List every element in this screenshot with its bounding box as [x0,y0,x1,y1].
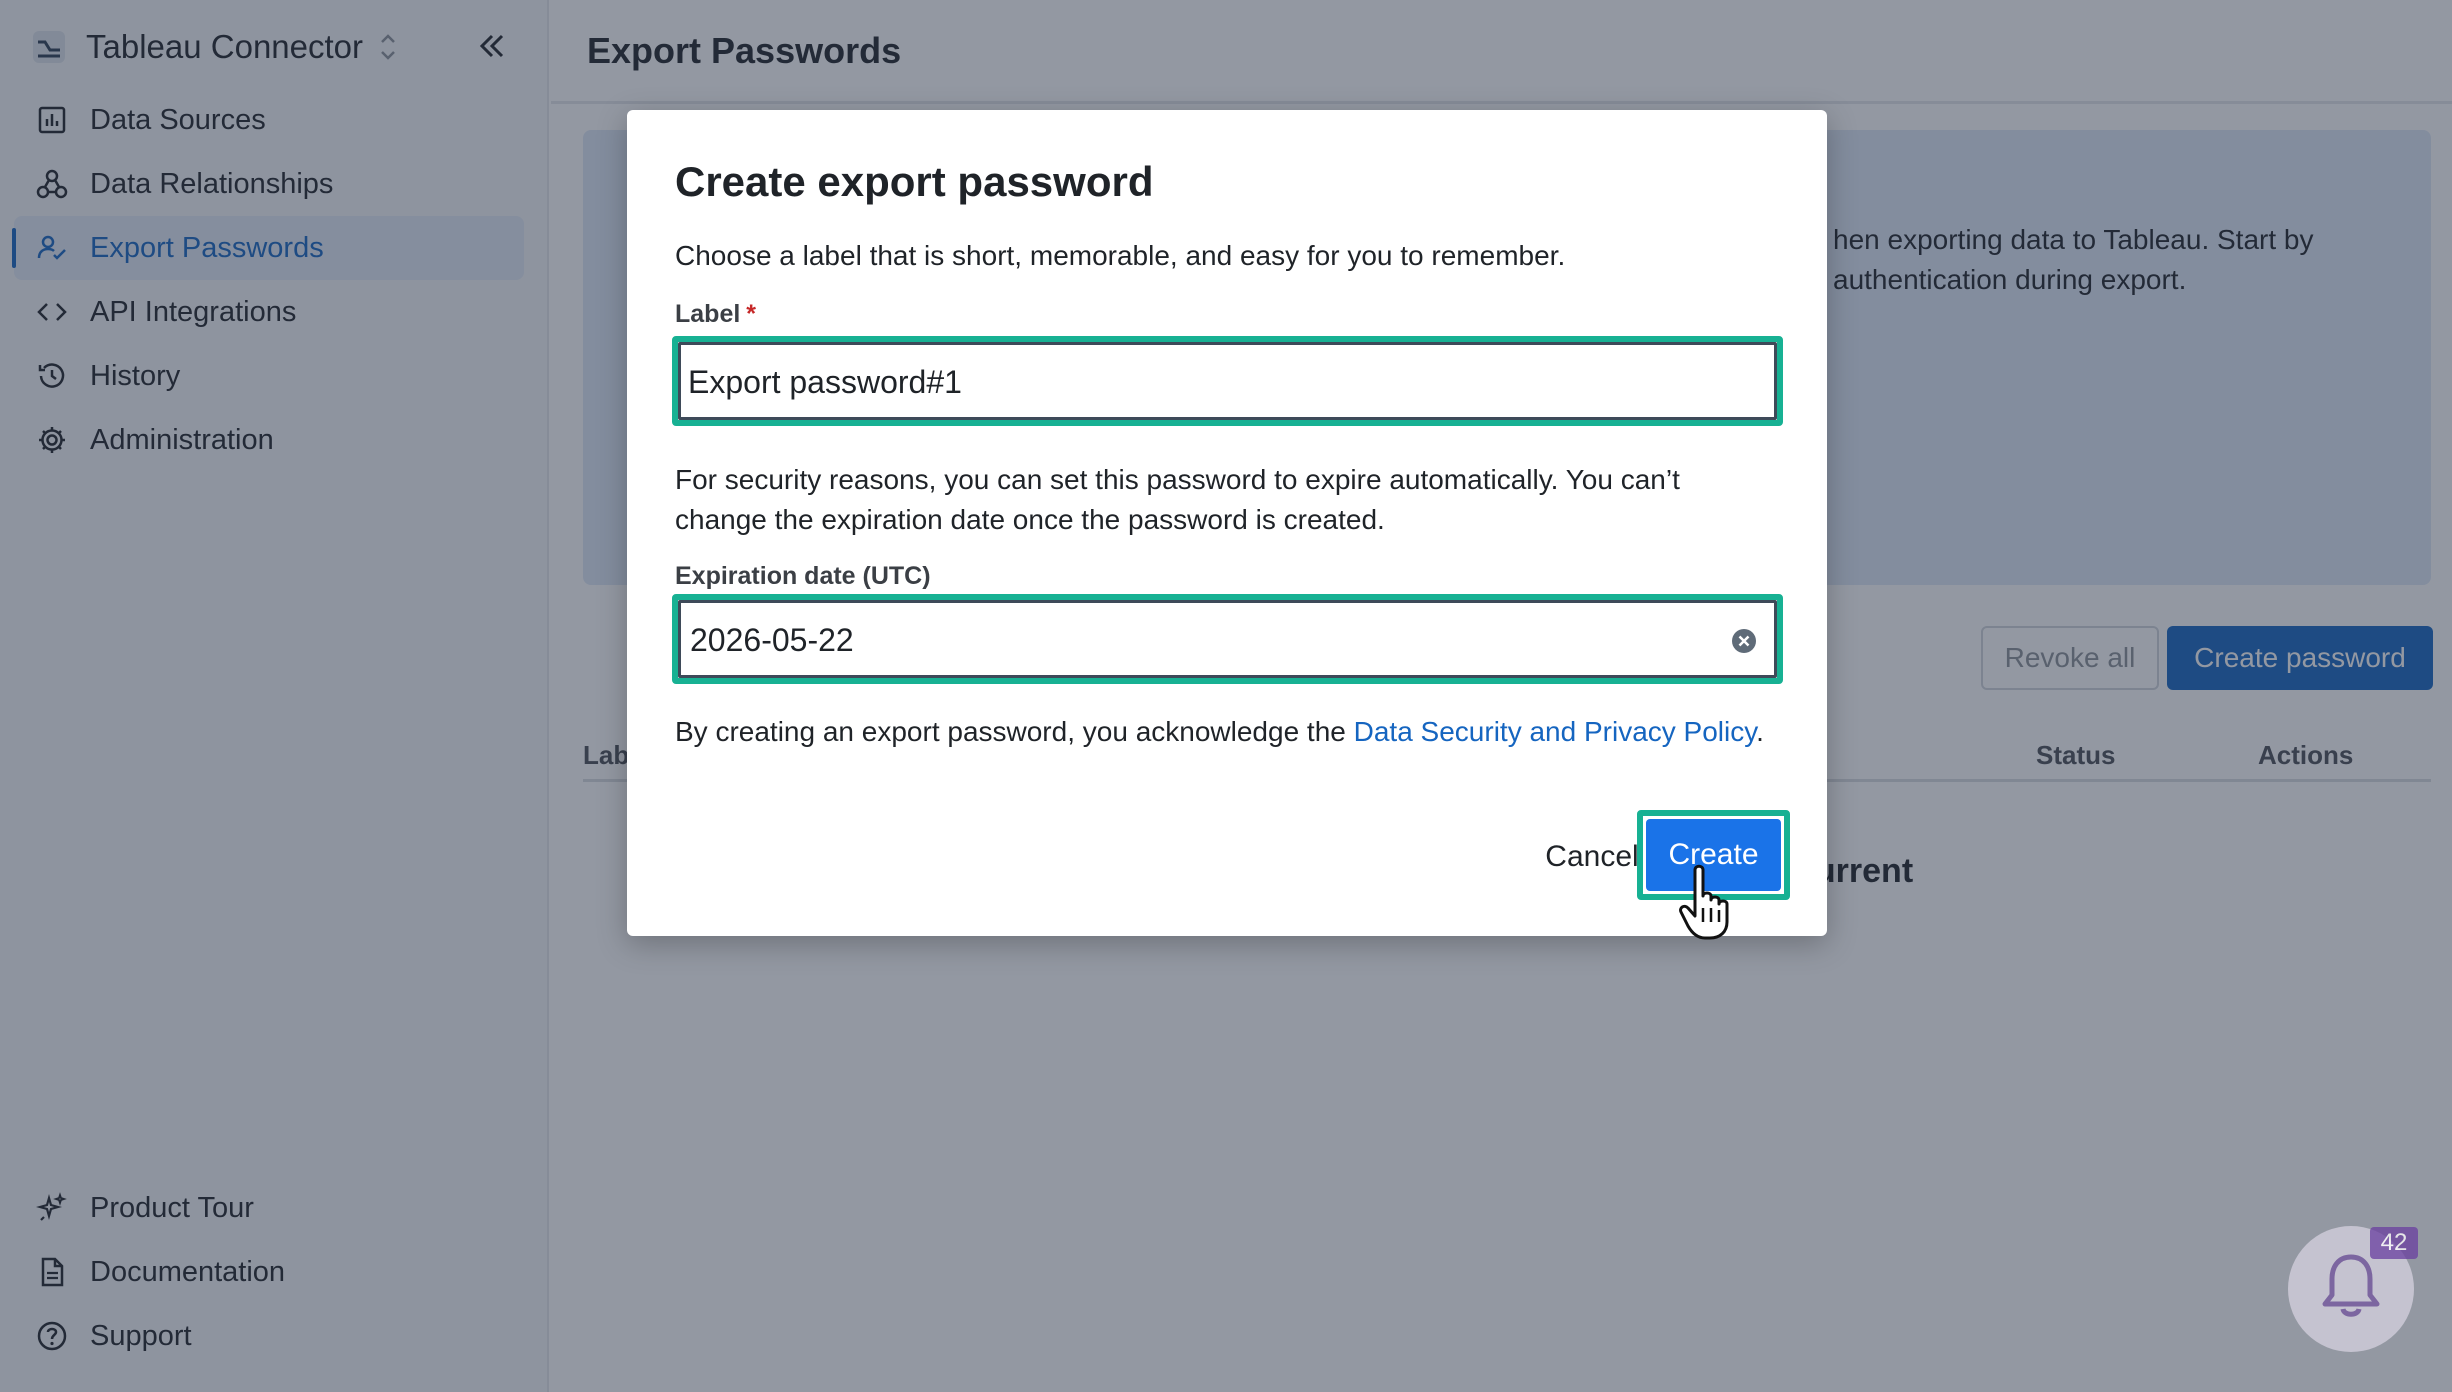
dialog-description: Choose a label that is short, memorable,… [675,240,1566,271]
ack-suffix: . [1756,716,1764,747]
expiration-field-label: Expiration date (UTC) [675,562,931,590]
ack-text: By creating an export password, you ackn… [675,716,1354,747]
privacy-policy-link[interactable]: Data Security and Privacy Policy [1354,716,1757,747]
required-marker: * [746,300,757,328]
hand-pointer-icon [1677,862,1741,942]
security-note: For security reasons, you can set this p… [675,464,1680,535]
notification-count-badge: 42 [2370,1227,2418,1259]
expiration-field-highlight [672,594,1783,684]
label-field-text: Label [675,300,741,328]
label-input[interactable] [688,354,1728,410]
create-export-password-dialog: Create export password Choose a label th… [627,110,1827,940]
dialog-title: Create export password [675,158,1154,205]
clear-icon[interactable] [1731,628,1757,654]
expiration-date-input[interactable] [690,612,1730,668]
label-field-label: Label * [675,300,756,329]
policy-acknowledgement: By creating an export password, you ackn… [675,712,1775,752]
bell-icon [2318,1251,2384,1328]
label-field-highlight [672,336,1783,426]
